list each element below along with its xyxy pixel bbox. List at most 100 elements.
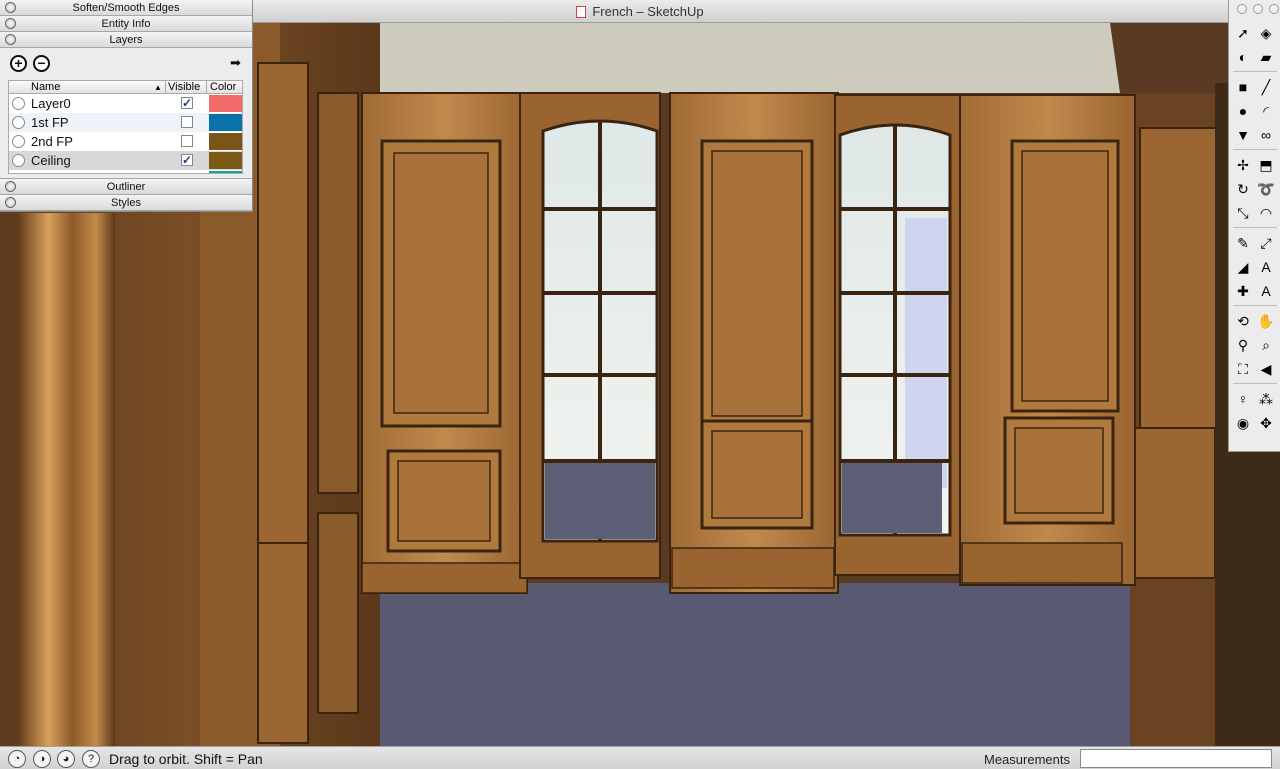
scale-tool-icon[interactable]: ⤡ — [1232, 202, 1254, 224]
active-layer-radio[interactable] — [12, 154, 25, 167]
layer-row[interactable]: Layer0 ✓ — [9, 94, 242, 113]
tray-layers-title: Layers — [109, 34, 143, 46]
eraser-tool-icon[interactable]: ▰ — [1255, 46, 1277, 68]
layer-row[interactable]: Layer02 — [9, 170, 242, 174]
follow-me-tool-icon[interactable]: ➰ — [1255, 178, 1277, 200]
zoom-extents-tool-icon[interactable]: ⛶ — [1232, 358, 1254, 380]
layer-name[interactable]: Layer0 — [31, 96, 71, 111]
push-pull-tool-icon[interactable]: ⬒ — [1255, 154, 1277, 176]
zoom-tool-icon[interactable]: ⚲ — [1232, 334, 1254, 356]
layers-list: Layer0 ✓ 1st FP 2nd FP Ceiling ✓ Layer02 — [9, 94, 242, 174]
section-plane-tool-icon[interactable]: ✥ — [1255, 412, 1277, 434]
large-tool-set-toolbar: ➚ ◈ ◐ ▰ ■ ╱ ● ◜ ▼ ∞ ✢ ⬒ ↻ ➰ ⤡ ◠ ✎ ⤢ ◢ A ✚ A ⟲ ✋ ⚲ ⌕ ⛶ ◀ ♀ ⁂ ◉ ✥ — [1228, 0, 1280, 452]
tray-panel: Soften/Smooth Edges Entity Info Layers +… — [0, 0, 253, 212]
text-tool-icon[interactable]: A — [1255, 256, 1277, 278]
tray-soften-title: Soften/Smooth Edges — [72, 2, 180, 14]
layer-visible-checkbox[interactable]: ✓ — [181, 154, 193, 166]
layer-visible-checkbox[interactable] — [181, 173, 193, 174]
tray-collapse-icon[interactable] — [5, 2, 16, 13]
pan-tool-icon[interactable]: ✋ — [1255, 310, 1277, 332]
tray-collapse-icon[interactable] — [5, 34, 16, 45]
polygon-tool-icon[interactable]: ▼ — [1232, 124, 1254, 146]
geo-location-icon[interactable]: ◔ — [8, 750, 26, 768]
toolbar-separator — [1233, 305, 1277, 306]
rectangle-tool-icon[interactable]: ■ — [1232, 76, 1254, 98]
3d-text-tool-icon[interactable]: A — [1255, 280, 1277, 302]
active-layer-radio[interactable] — [12, 135, 25, 148]
zoom-window-tool-icon[interactable]: ⌕ — [1255, 334, 1277, 356]
palette-minimize-button[interactable] — [1253, 4, 1263, 14]
orbit-tool-icon[interactable]: ⟲ — [1232, 310, 1254, 332]
layer-visible-checkbox[interactable] — [181, 116, 193, 128]
user-icon[interactable]: ◕ — [57, 750, 75, 768]
protractor-tool-icon[interactable]: ◢ — [1232, 256, 1254, 278]
layers-table: Name ▲ Visible Color Layer0 ✓ 1st FP 2nd FP… — [8, 80, 243, 174]
paint-bucket-tool-icon[interactable]: ◐ — [1232, 46, 1254, 68]
floor-surface — [340, 583, 1240, 746]
circle-tool-icon[interactable]: ● — [1232, 100, 1254, 122]
layer-name[interactable]: Ceiling — [31, 153, 71, 168]
layer-details-menu-icon[interactable]: ➡ — [230, 56, 244, 70]
previous-view-tool-icon[interactable]: ◀ — [1255, 358, 1277, 380]
column-color[interactable]: Color — [210, 81, 236, 94]
remove-layer-button[interactable]: − — [33, 55, 50, 72]
walk-tool-icon[interactable]: ⁂ — [1255, 388, 1277, 410]
add-layer-button[interactable]: + — [10, 55, 27, 72]
tray-entity-info-header[interactable]: Entity Info — [0, 16, 252, 32]
active-layer-radio[interactable] — [12, 97, 25, 110]
credits-icon[interactable]: ◑ — [33, 750, 51, 768]
toolbar-separator — [1233, 383, 1277, 384]
column-name[interactable]: Name — [31, 81, 60, 94]
layer-color-swatch[interactable] — [209, 95, 242, 112]
layer-visible-checkbox[interactable]: ✓ — [181, 97, 193, 109]
axes-tool-icon[interactable]: ✚ — [1232, 280, 1254, 302]
tray-outliner-title: Outliner — [106, 181, 146, 193]
layer-name[interactable]: 2nd FP — [31, 134, 73, 149]
tape-measure-tool-icon[interactable]: ✎ — [1232, 232, 1254, 254]
layers-table-header: Name ▲ Visible Color — [9, 81, 242, 94]
arc-tool-icon[interactable]: ◜ — [1255, 100, 1277, 122]
help-icon[interactable]: ? — [82, 750, 100, 768]
layer-color-swatch[interactable] — [209, 171, 242, 173]
layer-row[interactable]: 1st FP — [9, 113, 242, 132]
rotate-tool-icon[interactable]: ↻ — [1232, 178, 1254, 200]
sort-ascending-icon: ▲ — [154, 83, 162, 92]
layer-visible-checkbox[interactable] — [181, 135, 193, 147]
active-layer-radio[interactable] — [12, 173, 25, 174]
palette-close-button[interactable] — [1237, 4, 1247, 14]
tray-layers-header[interactable]: Layers — [0, 32, 252, 48]
toolbar-separator — [1233, 227, 1277, 228]
position-camera-tool-icon[interactable]: ♀ — [1232, 388, 1254, 410]
column-visible[interactable]: Visible — [168, 81, 200, 94]
dimension-tool-icon[interactable]: ⤢ — [1255, 232, 1277, 254]
freehand-tool-icon[interactable]: ∞ — [1255, 124, 1277, 146]
tray-soften-header[interactable]: Soften/Smooth Edges — [0, 0, 252, 16]
layer-color-swatch[interactable] — [209, 114, 242, 131]
tray-styles-title: Styles — [111, 197, 141, 209]
measurements-input[interactable] — [1080, 749, 1272, 768]
palette-zoom-button[interactable] — [1269, 4, 1279, 14]
layer-color-swatch[interactable] — [209, 133, 242, 150]
status-hint: Drag to orbit. Shift = Pan — [109, 751, 263, 767]
line-tool-icon[interactable]: ╱ — [1255, 76, 1277, 98]
tray-styles-header[interactable]: Styles — [0, 195, 252, 211]
offset-tool-icon[interactable]: ◠ — [1255, 202, 1277, 224]
left-pillar — [20, 213, 115, 746]
layer-name[interactable]: Layer02 — [31, 172, 78, 173]
tray-outliner-header[interactable]: Outliner — [0, 179, 252, 195]
toolbar-separator — [1233, 149, 1277, 150]
layer-row[interactable]: Ceiling ✓ — [9, 151, 242, 170]
layer-row[interactable]: 2nd FP — [9, 132, 242, 151]
tray-collapse-icon[interactable] — [5, 181, 16, 192]
make-component-tool-icon[interactable]: ◈ — [1255, 22, 1277, 44]
status-bar: ◔ ◑ ◕ ? Drag to orbit. Shift = Pan Measu… — [0, 746, 1280, 769]
layer-color-swatch[interactable] — [209, 152, 242, 169]
active-layer-radio[interactable] — [12, 116, 25, 129]
select-tool-icon[interactable]: ➚ — [1232, 22, 1254, 44]
look-around-tool-icon[interactable]: ◉ — [1232, 412, 1254, 434]
tray-collapse-icon[interactable] — [5, 197, 16, 208]
tray-entity-info-title: Entity Info — [101, 18, 151, 30]
move-tool-icon[interactable]: ✢ — [1232, 154, 1254, 176]
layer-name[interactable]: 1st FP — [31, 115, 69, 130]
tray-collapse-icon[interactable] — [5, 18, 16, 29]
